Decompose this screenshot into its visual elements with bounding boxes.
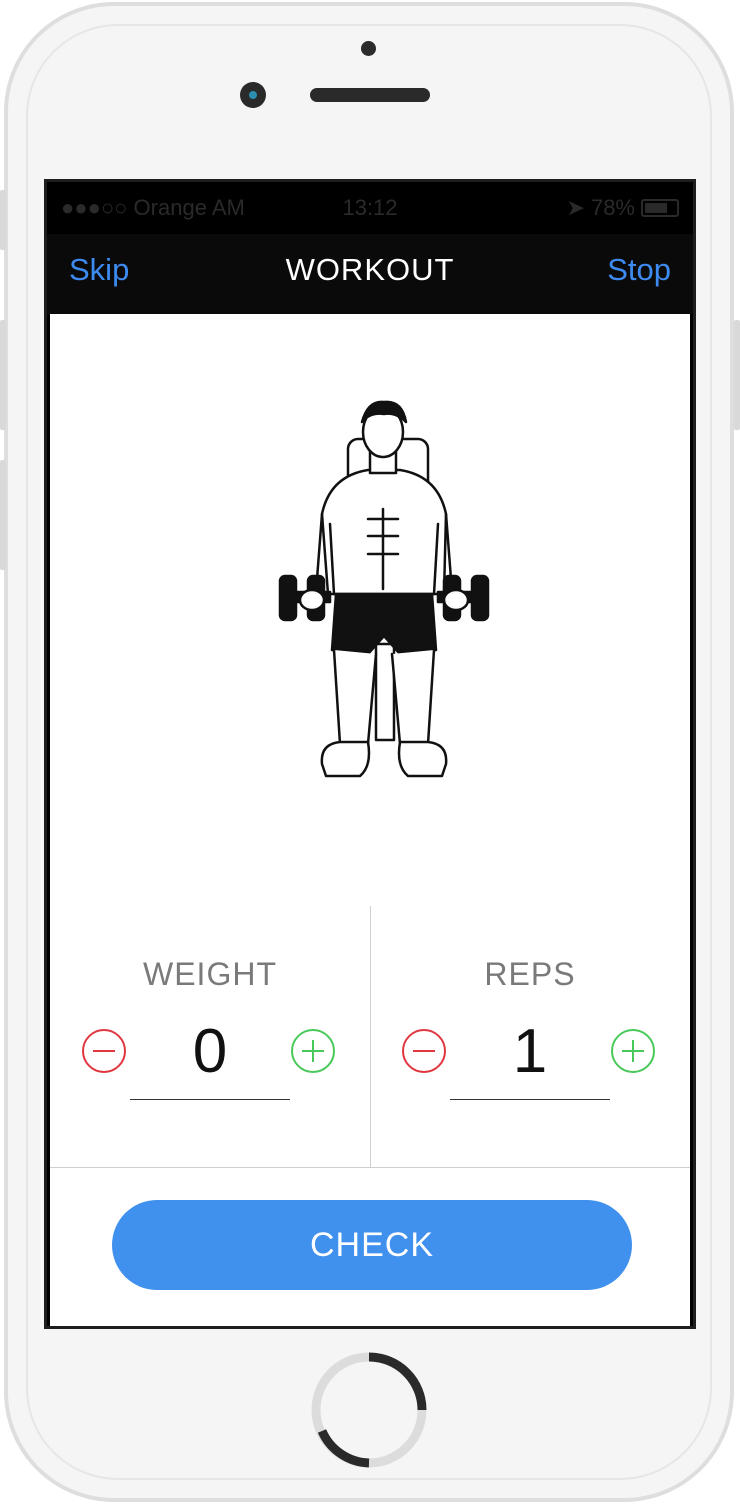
- location-icon: ➤: [566, 195, 585, 220]
- weight-decrement-button[interactable]: [82, 1029, 126, 1073]
- navigation-bar: Skip WORKOUT Stop: [47, 234, 693, 314]
- proximity-sensor: [361, 41, 376, 56]
- reps-decrement-button[interactable]: [402, 1029, 446, 1073]
- reps-underline: [450, 1099, 610, 1100]
- workout-content: WEIGHT 0 REPS 1 CHECK: [50, 314, 690, 1326]
- reps-label: REPS: [484, 956, 576, 992]
- status-bar: ●●●○○ Orange AM 13:12 ➤ 78%: [47, 182, 693, 234]
- weight-increment-button[interactable]: [291, 1029, 335, 1073]
- stop-button[interactable]: Stop: [607, 252, 671, 288]
- mute-switch: [0, 190, 6, 250]
- battery-percent: 78%: [590, 195, 635, 220]
- check-button[interactable]: CHECK: [112, 1200, 632, 1290]
- status-right: ➤ 78%: [567, 195, 679, 221]
- home-button[interactable]: [310, 1351, 428, 1469]
- minus-icon: [93, 1050, 115, 1052]
- power-button: [734, 320, 740, 430]
- volume-up-button: [0, 320, 6, 430]
- screen: ●●●○○ Orange AM 13:12 ➤ 78% Skip WORKOUT…: [44, 179, 696, 1329]
- minus-icon: [413, 1050, 435, 1052]
- battery-icon: [641, 199, 679, 217]
- section-divider: [50, 1167, 690, 1168]
- front-camera: [240, 82, 266, 108]
- exercise-illustration: [278, 400, 490, 778]
- weight-counter: WEIGHT 0: [50, 904, 370, 1166]
- weight-value[interactable]: 0: [130, 1016, 290, 1087]
- weight-label: WEIGHT: [143, 956, 277, 992]
- earpiece-speaker: [310, 88, 430, 102]
- reps-counter: REPS 1: [370, 904, 690, 1166]
- weight-underline: [130, 1099, 290, 1100]
- plus-icon: [622, 1040, 644, 1062]
- volume-down-button: [0, 460, 6, 570]
- reps-increment-button[interactable]: [611, 1029, 655, 1073]
- page-title: WORKOUT: [285, 252, 455, 287]
- reps-value[interactable]: 1: [450, 1016, 610, 1087]
- plus-icon: [302, 1040, 324, 1062]
